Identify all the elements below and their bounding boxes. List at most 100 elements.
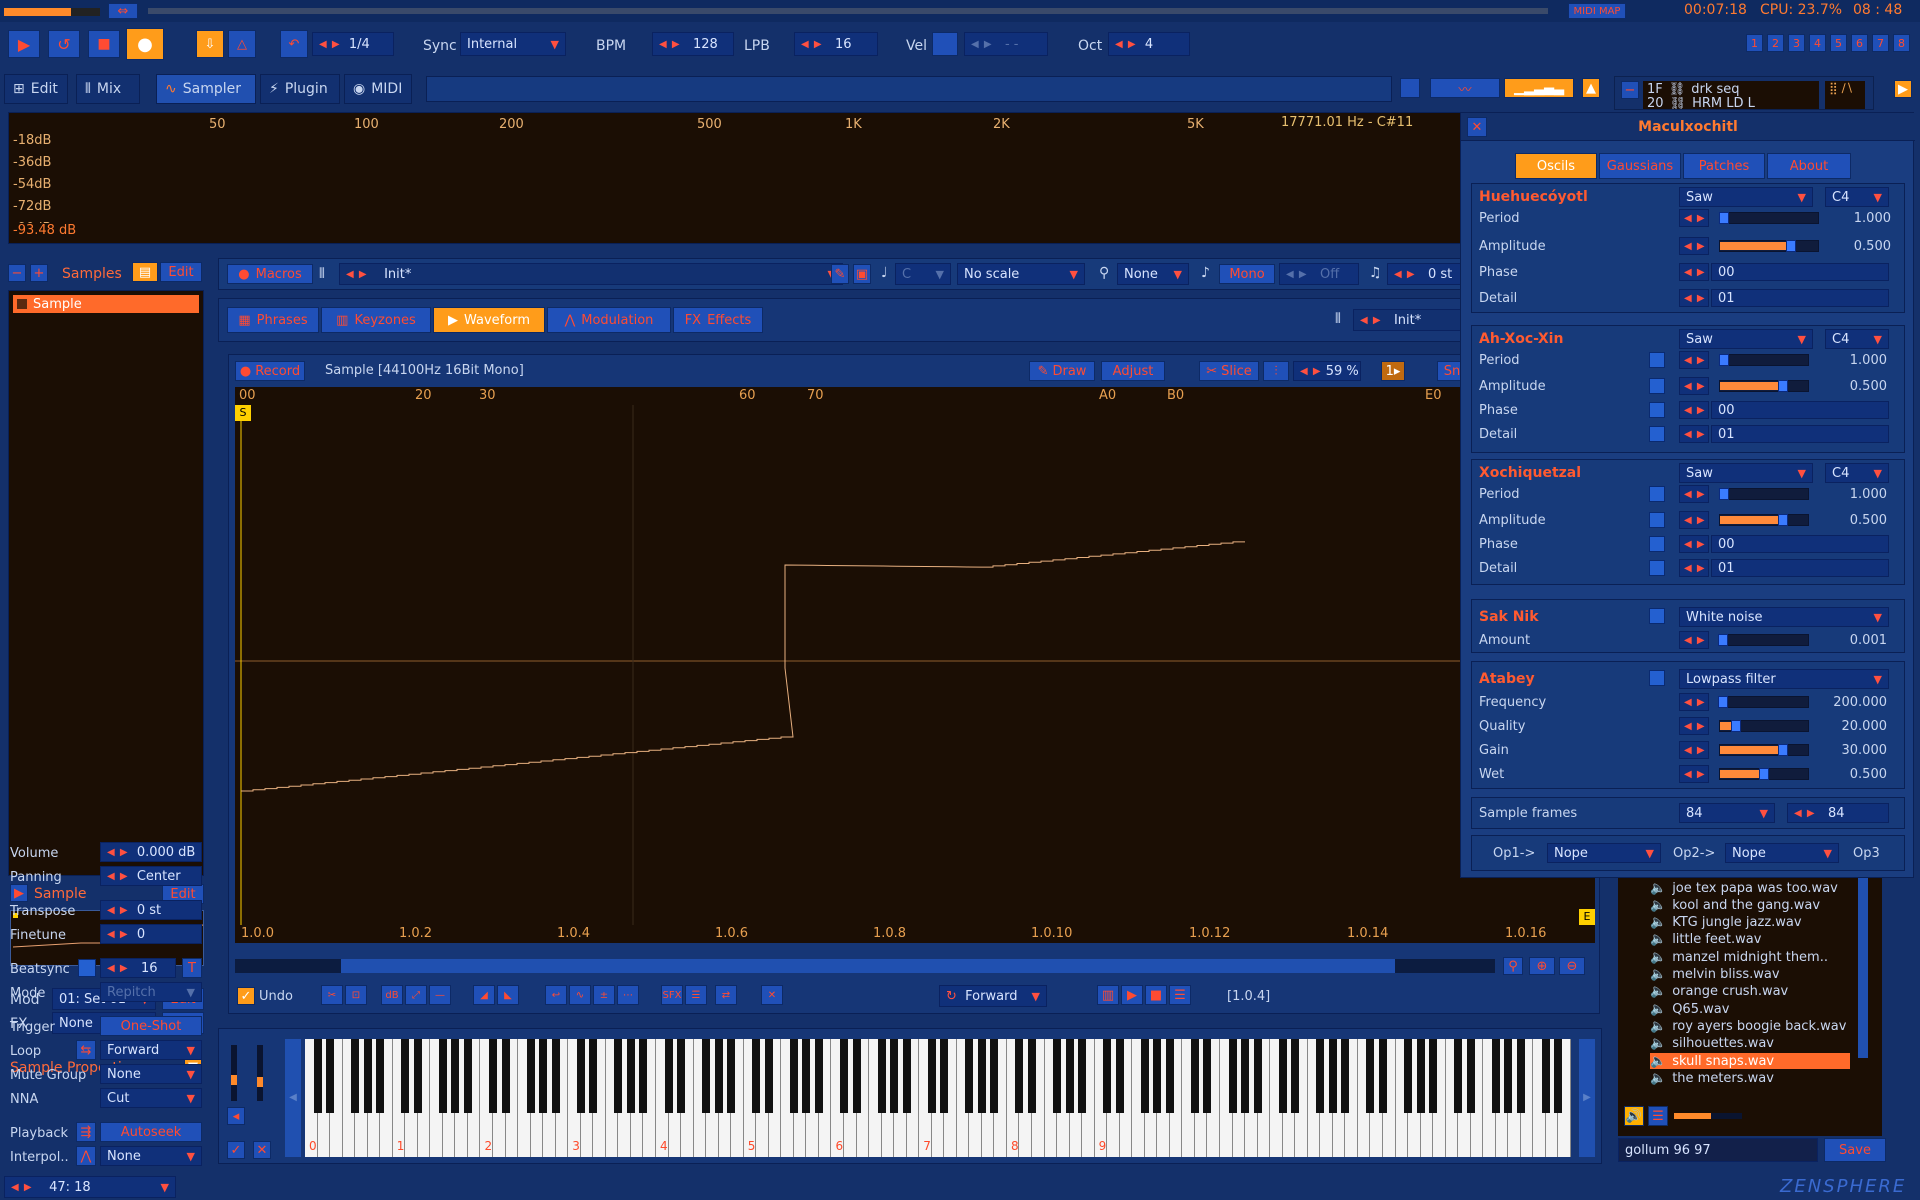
adjust-button[interactable]: Adjust — [1101, 361, 1165, 381]
track-number-button[interactable]: 8 — [1893, 34, 1910, 52]
mod-toggle[interactable] — [1649, 512, 1665, 528]
track-number-button[interactable]: 5 — [1830, 34, 1847, 52]
black-key[interactable] — [664, 1039, 673, 1113]
black-key[interactable] — [1190, 1039, 1199, 1113]
black-key[interactable] — [940, 1039, 949, 1113]
black-key[interactable] — [589, 1039, 598, 1113]
mod-wheel-slider[interactable] — [257, 1045, 263, 1101]
value-slider[interactable] — [1719, 514, 1809, 526]
tab-effects[interactable]: FX Effects — [673, 307, 763, 333]
midi-map-button[interactable]: MIDI MAP — [1568, 3, 1626, 19]
value-slider[interactable] — [1719, 768, 1809, 780]
black-key[interactable] — [1115, 1039, 1124, 1113]
tab-plugin[interactable]: ⚡ Plugin — [260, 74, 340, 104]
draw-button[interactable]: ✎ Draw — [1029, 361, 1095, 381]
bpm-field[interactable]: ◀ ▶ 128 — [652, 32, 734, 56]
black-key[interactable] — [539, 1039, 548, 1113]
black-key[interactable] — [576, 1039, 585, 1113]
waveform-select[interactable]: Saw ▼ — [1679, 187, 1813, 207]
gain-button[interactable]: dB — [381, 985, 403, 1005]
browser-search-input[interactable]: gollum 96 97 — [1618, 1138, 1818, 1162]
black-key[interactable] — [1241, 1039, 1250, 1113]
black-key[interactable] — [990, 1039, 999, 1113]
black-key[interactable] — [1053, 1039, 1062, 1113]
value-stepper[interactable]: ◀ ▶ — [1679, 425, 1709, 443]
preview-volume-slider[interactable] — [1674, 1113, 1742, 1119]
tab-mix[interactable]: ⫴ Mix — [76, 74, 140, 104]
waveform-canvas[interactable]: S E — [235, 405, 1595, 925]
phase-field[interactable]: 00 — [1711, 263, 1889, 281]
black-key[interactable] — [1253, 1039, 1262, 1113]
browser-list-button[interactable]: ☰ — [1648, 1106, 1668, 1126]
black-key[interactable] — [1078, 1039, 1087, 1113]
slice-button[interactable]: ✂ Slice — [1199, 361, 1259, 381]
black-key[interactable] — [1416, 1039, 1425, 1113]
black-key[interactable] — [1378, 1039, 1387, 1113]
undo-toggle-button[interactable]: ↶ — [280, 30, 308, 58]
plugin-tab-about[interactable]: About — [1767, 153, 1851, 179]
glide-field[interactable]: ◀ ▶ Off — [1279, 263, 1359, 285]
preview-play-button[interactable]: ▶ — [1121, 985, 1143, 1005]
end-marker[interactable]: E — [1579, 909, 1595, 925]
reverse-button[interactable]: ↩ — [545, 985, 567, 1005]
sync-select[interactable]: Internal ▼ — [460, 32, 566, 56]
value-stepper[interactable]: ◀ ▶ — [1679, 351, 1709, 369]
black-key[interactable] — [526, 1039, 535, 1113]
preview-stop-button[interactable]: ■ — [1145, 985, 1167, 1005]
black-key[interactable] — [363, 1039, 372, 1113]
interp-toggle[interactable]: ⋀ — [76, 1146, 96, 1166]
fade-out-button[interactable]: ◣ — [497, 985, 519, 1005]
value-slider[interactable] — [1717, 696, 1809, 708]
detail-field[interactable]: 01 — [1711, 425, 1889, 443]
black-key[interactable] — [1153, 1039, 1162, 1113]
black-key[interactable] — [890, 1039, 899, 1113]
file-item[interactable]: 🔈 orange crush.wav — [1650, 984, 1850, 1000]
loop-direction-select[interactable]: ↻ Forward ▼ — [939, 985, 1047, 1007]
black-key[interactable] — [351, 1039, 360, 1113]
tab-edit[interactable]: ⊞ Edit — [4, 74, 68, 104]
normalize-button[interactable]: ⤢ — [405, 985, 427, 1005]
value-slider[interactable] — [1719, 380, 1809, 392]
slice-zoom-field[interactable]: ◀ ▶ 59 % — [1293, 361, 1361, 381]
spectrum-mode-button[interactable] — [1400, 78, 1420, 98]
filter-toggle[interactable] — [1649, 670, 1665, 686]
black-key[interactable] — [852, 1039, 861, 1113]
loop-button[interactable]: ↺ — [48, 30, 80, 58]
value-stepper[interactable]: ◀ ▶ — [1679, 511, 1709, 529]
beatsync-field[interactable]: ◀ ▶ 16 — [100, 958, 176, 978]
modulate-button[interactable]: ∿ — [569, 985, 591, 1005]
scope-button[interactable]: 〰 — [1430, 78, 1500, 98]
nna-select[interactable]: Cut ▼ — [100, 1088, 202, 1108]
mod-toggle[interactable] — [1649, 536, 1665, 552]
expand-right-button[interactable]: ▶ — [1894, 80, 1912, 98]
beatsync-checkbox[interactable] — [78, 959, 96, 977]
preview-list-button[interactable]: ☰ — [1169, 985, 1191, 1005]
scroll-toggle-button[interactable]: ⇔ — [108, 3, 138, 19]
black-key[interactable] — [639, 1039, 648, 1113]
samples-edit-button[interactable]: Edit — [160, 262, 202, 282]
plugin-tab-oscils[interactable]: Oscils — [1515, 153, 1597, 179]
dc-button[interactable]: ⋯ — [617, 985, 639, 1005]
value-stepper[interactable]: ◀ ▶ — [1679, 485, 1709, 503]
value-stepper[interactable]: ◀ ▶ — [1679, 401, 1709, 419]
piano-octave-down-button[interactable]: ◂ — [227, 1107, 245, 1125]
black-key[interactable] — [789, 1039, 798, 1113]
follow-button[interactable]: ⇩ — [196, 30, 224, 58]
black-key[interactable] — [1454, 1039, 1463, 1113]
tab-waveform[interactable]: ▶ Waveform — [433, 307, 545, 333]
black-key[interactable] — [501, 1039, 510, 1113]
value-stepper[interactable]: ◀ ▶ — [1679, 209, 1709, 227]
mode-select[interactable]: Repitch ▼ — [100, 982, 202, 1002]
sample-list-item[interactable]: Sample — [13, 295, 199, 313]
black-key[interactable] — [1491, 1039, 1500, 1113]
waveform-scrollbar[interactable] — [235, 959, 1495, 973]
phase-field[interactable]: 00 — [1711, 535, 1889, 553]
status-field[interactable]: ◀ ▶ 47: 18 ▼ — [4, 1176, 176, 1198]
cut-button[interactable]: ✂ — [321, 985, 343, 1005]
file-item[interactable]: 🔈 kool and the gang.wav — [1650, 897, 1850, 913]
black-key[interactable] — [1278, 1039, 1287, 1113]
black-key[interactable] — [839, 1039, 848, 1113]
preset-select[interactable]: ◀ ▶ Init*▼ — [339, 263, 843, 285]
song-position-bar[interactable] — [148, 8, 1548, 14]
sample-add-button[interactable]: + — [30, 264, 48, 282]
